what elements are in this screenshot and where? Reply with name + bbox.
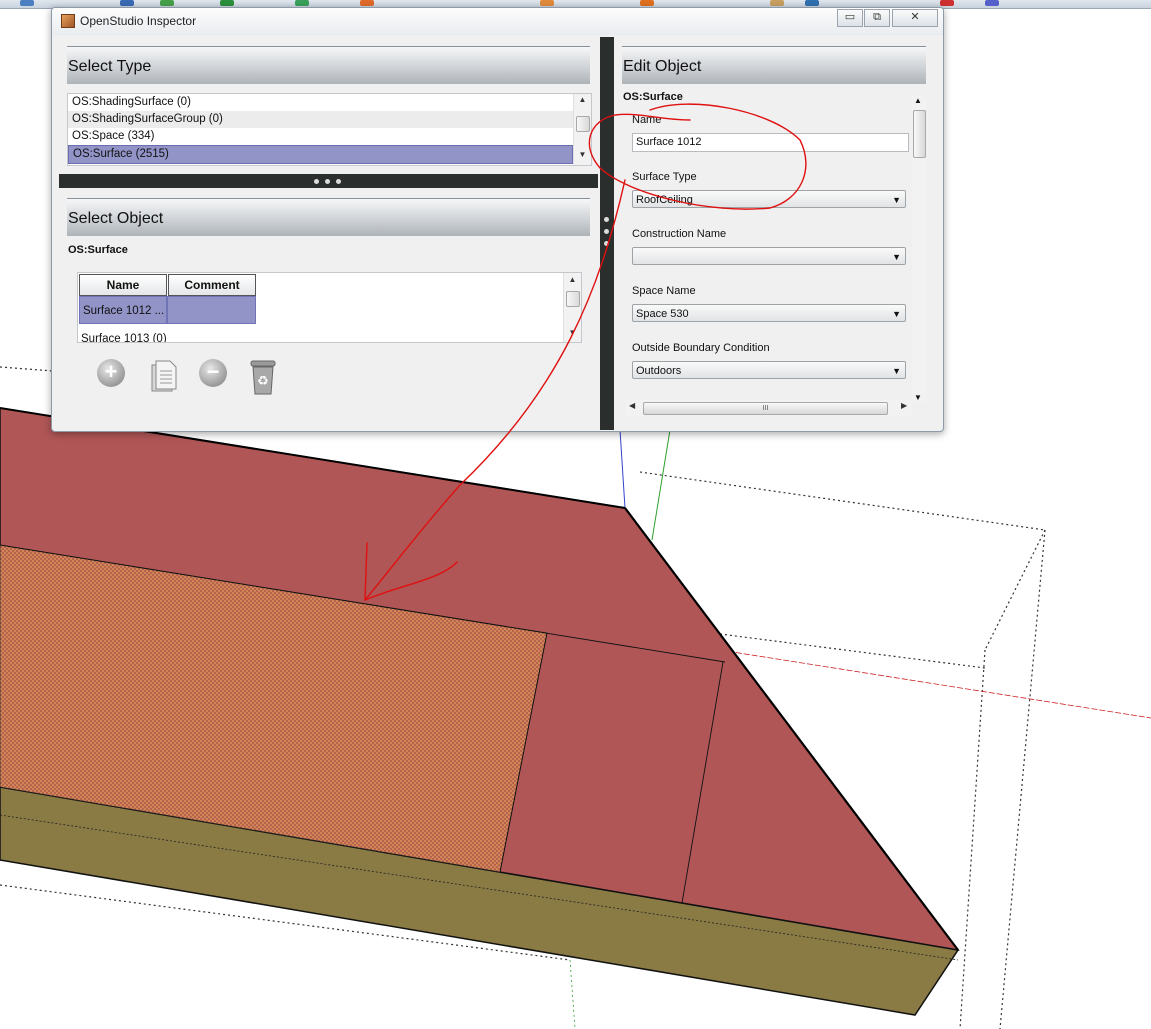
chevron-down-icon[interactable]: ▼: [892, 305, 901, 323]
column-header-comment[interactable]: Comment: [168, 274, 256, 296]
openstudio-app-icon: [61, 14, 75, 28]
purge-icon[interactable]: ♻: [248, 358, 276, 395]
name-label: Name: [632, 114, 662, 126]
surface-type-label: Surface Type: [632, 171, 697, 183]
edit-object-header: Edit Object: [622, 46, 926, 84]
remove-icon[interactable]: −: [199, 359, 227, 387]
object-table-scrollbar[interactable]: ▲ ▼: [563, 273, 581, 342]
toolbar-icon[interactable]: [940, 0, 954, 6]
type-list-scrollbar[interactable]: ▲ ▼: [573, 94, 591, 165]
type-list-item[interactable]: OS:Space (334): [68, 128, 591, 145]
outside-boundary-condition-value: Outdoors: [636, 365, 682, 377]
toolbar-icon[interactable]: [640, 0, 654, 6]
openstudio-inspector-window: OpenStudio Inspector ▭ ⧉ ✕ Select Type O…: [51, 7, 944, 432]
horizontal-splitter[interactable]: [59, 174, 598, 188]
space-name-select[interactable]: Space 530 ▼: [632, 304, 906, 322]
scroll-thumb[interactable]: [566, 291, 580, 307]
window-title: OpenStudio Inspector: [80, 14, 197, 28]
select-type-title: Select Type: [68, 58, 152, 75]
chevron-down-icon[interactable]: ▼: [892, 248, 901, 266]
surface-type-select[interactable]: RoofCeiling ▼: [632, 190, 906, 208]
chevron-down-icon[interactable]: ▼: [892, 362, 901, 380]
table-row-selected-name[interactable]: Surface 1012 ...: [79, 296, 167, 324]
edit-object-vscrollbar[interactable]: ▲ ▼: [912, 96, 926, 402]
type-list-item-selected[interactable]: OS:Surface (2515): [68, 145, 573, 164]
toolbar-icon[interactable]: [985, 0, 999, 6]
chevron-down-icon[interactable]: ▼: [892, 191, 901, 209]
toolbar-icon[interactable]: [770, 0, 784, 6]
name-field[interactable]: Surface 1012: [632, 133, 909, 152]
window-titlebar[interactable]: OpenStudio Inspector ▭ ⧉ ✕: [52, 8, 943, 35]
restore-button[interactable]: ⧉: [864, 9, 890, 27]
toolbar-icon[interactable]: [20, 0, 34, 6]
toolbar-icon[interactable]: [295, 0, 309, 6]
space-name-value: Space 530: [636, 308, 689, 320]
type-list-item[interactable]: OS:ShadingSurfaceGroup (0): [68, 111, 591, 128]
construction-name-label: Construction Name: [632, 228, 727, 240]
toolbar-icon[interactable]: [360, 0, 374, 6]
space-name-label: Space Name: [632, 285, 696, 297]
scroll-left-icon[interactable]: ◀: [629, 401, 635, 410]
edit-object-subheader: OS:Surface: [623, 91, 683, 103]
toolbar-icon[interactable]: [120, 0, 134, 6]
scroll-up-icon[interactable]: ▲: [574, 95, 591, 104]
scroll-thumb[interactable]: III: [643, 402, 888, 415]
select-object-header: Select Object: [67, 198, 590, 236]
green-axis-dashed: [569, 959, 576, 1029]
table-row[interactable]: Surface 1013 (0): [81, 333, 167, 342]
toolbar-icon[interactable]: [160, 0, 174, 6]
construction-name-select[interactable]: ▼: [632, 247, 906, 265]
add-icon[interactable]: +: [97, 359, 125, 387]
green-axis: [651, 429, 671, 541]
close-button[interactable]: ✕: [892, 9, 938, 27]
column-header-name[interactable]: Name: [79, 274, 167, 296]
minimize-button[interactable]: ▭: [837, 9, 863, 27]
scroll-up-icon[interactable]: ▲: [914, 96, 922, 105]
scroll-down-icon[interactable]: ▼: [574, 150, 591, 159]
type-list-item[interactable]: OS:ShadingSurface (0): [68, 94, 591, 111]
outside-boundary-condition-select[interactable]: Outdoors ▼: [632, 361, 906, 379]
red-axis: [719, 649, 1151, 719]
object-type-subheader: OS:Surface: [68, 244, 128, 256]
toolbar-icon[interactable]: [540, 0, 554, 6]
blue-axis: [619, 429, 626, 509]
select-type-header: Select Type: [67, 46, 590, 84]
scroll-thumb[interactable]: [576, 116, 590, 132]
surface-type-value: RoofCeiling: [636, 194, 693, 206]
toolbar-icon[interactable]: [805, 0, 819, 6]
scroll-thumb[interactable]: [913, 110, 926, 158]
copy-icon[interactable]: [148, 359, 177, 392]
select-object-title: Select Object: [68, 210, 164, 227]
type-list[interactable]: OS:ShadingSurface (0) OS:ShadingSurfaceG…: [67, 93, 592, 166]
scroll-down-icon[interactable]: ▼: [564, 328, 581, 337]
scroll-down-icon[interactable]: ▼: [914, 393, 922, 402]
vertical-splitter[interactable]: [600, 37, 614, 430]
edit-object-title: Edit Object: [623, 58, 702, 75]
scroll-right-icon[interactable]: ▶: [901, 401, 907, 410]
scroll-up-icon[interactable]: ▲: [564, 275, 581, 284]
object-table[interactable]: Name Comment Surface 1012 ... Surface 10…: [77, 272, 582, 343]
edit-object-form: OS:Surface Name Surface 1012 Surface Typ…: [622, 88, 926, 418]
edit-object-hscrollbar[interactable]: ◀ III ▶: [626, 400, 912, 416]
svg-text:♻: ♻: [257, 374, 269, 389]
outside-boundary-condition-label: Outside Boundary Condition: [632, 342, 770, 354]
table-row-selected-comment[interactable]: [167, 296, 256, 324]
toolbar-icon[interactable]: [220, 0, 234, 6]
